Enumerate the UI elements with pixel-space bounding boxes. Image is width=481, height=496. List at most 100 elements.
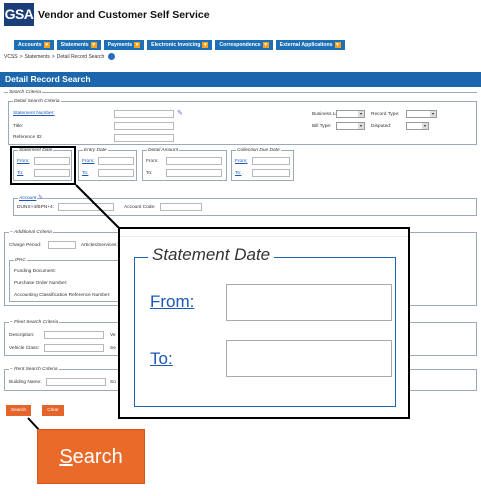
entry-date-from-link[interactable]: From: bbox=[82, 159, 95, 164]
fleet-se-label: Se bbox=[110, 346, 116, 351]
vehicle-class-label: Vehicle Class: bbox=[9, 346, 40, 351]
nav-label: Electronic Invoicing bbox=[151, 42, 201, 48]
nav-statements[interactable]: Statements ▾ bbox=[56, 40, 101, 50]
nav-accounts[interactable]: Accounts ▾ bbox=[14, 40, 54, 50]
statement-date-zoom-callout: Statement Date From: To: bbox=[118, 227, 410, 419]
collection-due-date-from-input[interactable] bbox=[252, 157, 290, 165]
gsa-logo: GSA bbox=[4, 3, 34, 26]
section-legend: Statement Date bbox=[18, 148, 54, 153]
duns-label: DUNS+4/BPN+4: bbox=[17, 205, 55, 210]
edit-icon[interactable]: ✎ bbox=[177, 109, 183, 117]
section-legend: Detail Amount bbox=[147, 148, 179, 153]
funding-document-label: Funding Document: bbox=[14, 269, 56, 274]
zoom-to-link[interactable]: To: bbox=[150, 349, 173, 369]
search-button[interactable]: Search bbox=[6, 405, 31, 416]
breadcrumb-current: Detail Record Search bbox=[56, 53, 105, 60]
section-legend: Collection Due Date bbox=[236, 148, 281, 153]
breadcrumb-separator: > bbox=[19, 53, 23, 60]
zoom-search-label: earch bbox=[72, 446, 123, 468]
building-name-input[interactable] bbox=[46, 378, 106, 386]
articles-services-label: Articles/Services: bbox=[81, 243, 118, 248]
disputed-label: Disputed: bbox=[371, 124, 392, 129]
account-code-label: Account Code: bbox=[124, 205, 156, 210]
zoom-from-input[interactable] bbox=[226, 284, 392, 321]
fleet-ve-label: Ve bbox=[110, 333, 116, 338]
entry-date-to-link[interactable]: To: bbox=[82, 171, 88, 176]
legend-text: Fleet Search Criteria bbox=[14, 320, 59, 325]
zoom-from-link[interactable]: From: bbox=[150, 292, 194, 312]
nav-payments[interactable]: Payments ▾ bbox=[103, 40, 145, 50]
account-link[interactable]: Account bbox=[18, 196, 38, 201]
legend-text: Rent Search Criteria bbox=[14, 367, 58, 372]
chevron-down-icon: ▾ bbox=[90, 42, 97, 48]
nav-correspondence[interactable]: Correspondence ▾ bbox=[215, 40, 273, 50]
nav-label: Payments bbox=[107, 42, 133, 48]
breadcrumb: VCSS > Statements > Detail Record Search bbox=[4, 53, 116, 60]
disputed-select[interactable]: ▾ bbox=[406, 122, 429, 130]
collection-due-date-to-link[interactable]: To: bbox=[235, 171, 241, 176]
zoom-fieldset bbox=[134, 257, 396, 407]
entry-date-from-input[interactable] bbox=[98, 157, 134, 165]
chevron-down-icon: ▾ bbox=[262, 42, 269, 48]
zoom-legend: Statement Date bbox=[148, 245, 275, 265]
description-label: Description: bbox=[9, 333, 35, 338]
nav-electronic-invoicing[interactable]: Electronic Invoicing ▾ bbox=[147, 40, 213, 50]
nav-label: Statements bbox=[60, 42, 89, 48]
detail-amount-to-input[interactable] bbox=[166, 169, 222, 177]
nav-label: Accounts bbox=[18, 42, 42, 48]
section-legend: IPAC bbox=[14, 258, 27, 263]
legend-text: Additional Criteria bbox=[13, 230, 52, 235]
collection-due-date-to-input[interactable] bbox=[252, 169, 290, 177]
nav-external-applications[interactable]: External Applications ▾ bbox=[275, 40, 345, 50]
charge-period-input[interactable] bbox=[48, 241, 76, 249]
zoom-to-input[interactable] bbox=[226, 340, 392, 377]
app-title: Vendor and Customer Self Service bbox=[38, 9, 210, 21]
edit-icon[interactable]: ✎ bbox=[38, 194, 43, 201]
statement-date-to-link[interactable]: To: bbox=[17, 171, 23, 176]
chevron-down-icon: ▾ bbox=[334, 42, 341, 48]
page-title: Detail Record Search bbox=[0, 72, 481, 87]
clear-button[interactable]: Clear bbox=[42, 405, 64, 416]
bill-type-select[interactable]: ▾ bbox=[336, 122, 365, 130]
purchase-order-label: Purchase Order Number: bbox=[14, 281, 68, 286]
breadcrumb-vcss[interactable]: VCSS bbox=[4, 54, 18, 60]
entry-date-to-input[interactable] bbox=[98, 169, 134, 177]
nav-label: Correspondence bbox=[219, 42, 261, 48]
zoom-search-accesskey: S bbox=[59, 446, 73, 468]
chevron-down-icon: ▾ bbox=[202, 42, 209, 48]
statement-date-from-link[interactable]: From: bbox=[17, 159, 30, 164]
account-code-input[interactable] bbox=[160, 203, 202, 211]
breadcrumb-separator: > bbox=[51, 53, 55, 60]
statement-number-link[interactable]: Statement Number: bbox=[13, 111, 55, 116]
section-legend[interactable]: − Fleet Search Criteria bbox=[9, 320, 60, 325]
section-legend[interactable]: − Additional Criteria bbox=[9, 230, 53, 235]
detail-amount-from-input[interactable] bbox=[166, 157, 222, 165]
business-line-select[interactable]: ▾ bbox=[336, 110, 365, 118]
record-type-select[interactable]: ▾ bbox=[406, 110, 437, 118]
dropdown-arrow-icon: ▾ bbox=[422, 123, 428, 129]
collection-due-date-from-link[interactable]: From: bbox=[235, 159, 248, 164]
title-input[interactable] bbox=[114, 122, 174, 130]
duns-input[interactable] bbox=[58, 203, 114, 211]
section-legend[interactable]: − Rent Search Criteria bbox=[9, 367, 59, 372]
statement-date-from-input[interactable] bbox=[34, 157, 70, 165]
breadcrumb-statements[interactable]: Statements bbox=[25, 54, 50, 60]
nav-label: External Applications bbox=[279, 42, 333, 48]
help-icon[interactable] bbox=[108, 53, 116, 60]
section-legend: Search Criteria bbox=[8, 90, 42, 95]
chevron-down-icon: ▾ bbox=[134, 42, 141, 48]
reference-id-input[interactable] bbox=[114, 134, 174, 142]
description-input[interactable] bbox=[44, 331, 104, 339]
dropdown-arrow-icon: ▾ bbox=[430, 111, 436, 117]
title-label: Title: bbox=[13, 124, 24, 129]
vehicle-class-input[interactable] bbox=[44, 344, 104, 352]
rent-so-label: So bbox=[110, 380, 116, 385]
accounting-ref-label: Accounting Classification Reference Numb… bbox=[14, 293, 111, 298]
section-legend: Entry Date bbox=[83, 148, 108, 153]
detail-amount-to-label: To: bbox=[146, 171, 153, 176]
search-button-zoom-callout[interactable]: Search bbox=[37, 429, 145, 484]
statement-number-input[interactable] bbox=[114, 110, 174, 118]
statement-date-to-input[interactable] bbox=[34, 169, 70, 177]
dropdown-arrow-icon: ▾ bbox=[358, 111, 364, 117]
section-legend: Detail Search Criteria bbox=[13, 99, 61, 104]
